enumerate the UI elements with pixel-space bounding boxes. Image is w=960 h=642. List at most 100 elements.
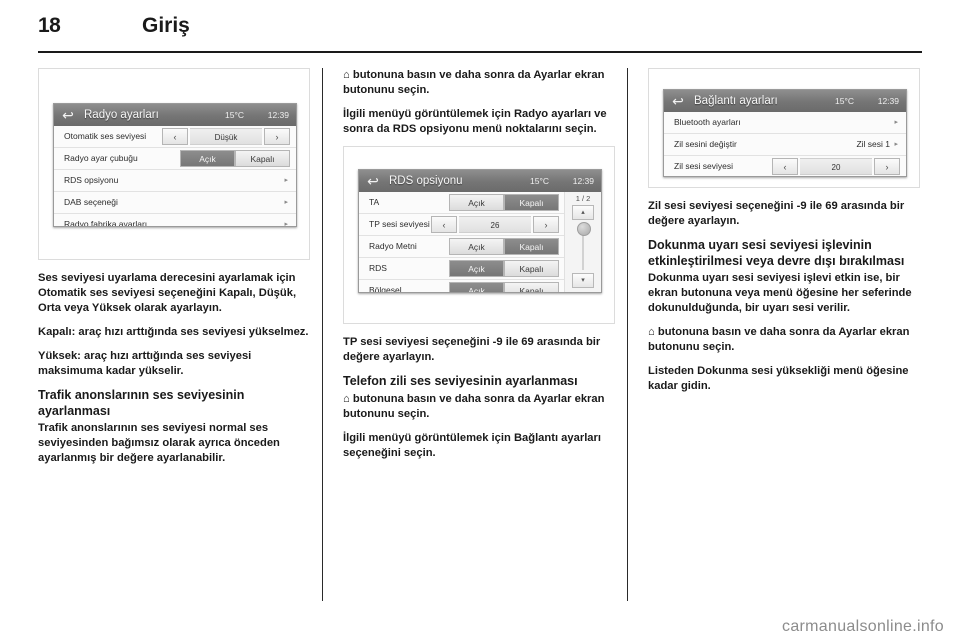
segment-off-button[interactable]: Kapalı [504,194,559,211]
settings-list: Bluetooth ayarları ▸ Zil sesini değiştir… [664,112,906,176]
section-heading: Trafik anonslarının ses seviyesinin ayar… [38,388,245,418]
manual-page: 18 Giriş ↩ Radyo ayarları 15°C 12:39 Oto… [0,0,960,642]
chevron-right-icon: ▸ [284,177,288,184]
row-otomatik-ses-seviyesi[interactable]: Otomatik ses seviyesi ‹ Düşük › [54,126,296,148]
page-header: 18 Giriş [38,14,922,48]
stepper-ringtone-volume[interactable]: ‹ 20 › [772,158,900,175]
screen-titlebar: ↩ RDS opsiyonu 15°C 12:39 [359,170,601,193]
right-column-text: Zil sesi seviyesi seçeneğini -9 ile 69 a… [648,199,920,394]
paragraph: Yüksek: araç hızı arttığında ses seviyes… [38,350,252,377]
stepper-tp-volume[interactable]: ‹ 26 › [431,216,559,233]
segment-off-button[interactable]: Kapalı [504,282,559,292]
segmented-radio-tuner-bar[interactable]: Açık Kapalı [180,150,290,167]
stepper-prev-button[interactable]: ‹ [162,128,188,145]
row-radyo-ayar-cubugu[interactable]: Radyo ayar çubuğu Açık Kapalı [54,148,296,170]
clock-readout: 12:39 [267,110,289,120]
segment-on-button[interactable]: Açık [449,282,504,292]
figure-radio-settings: ↩ Radyo ayarları 15°C 12:39 Otomatik ses… [38,68,310,260]
stepper-prev-button[interactable]: ‹ [431,216,457,233]
row-rds[interactable]: RDS Açık Kapalı [359,258,565,280]
paragraph: Listeden Dokunma sesi yüksekliği menü öğ… [648,365,909,392]
row-tp-sesi-seviyesi[interactable]: TP sesi seviyesi ‹ 26 › [359,214,565,236]
stepper-next-button[interactable]: › [264,128,290,145]
segment-on-button[interactable]: Açık [449,238,504,255]
row-label: TP sesi seviyesi [369,219,430,229]
paragraph: Kapalı: araç hızı arttığında ses seviyes… [38,326,309,338]
segmented-ta[interactable]: Açık Kapalı [449,194,559,211]
section-heading: Telefon zili ses seviyesinin ayarlanması [343,374,578,388]
row-label: Zil sesi seviyesi [674,161,734,171]
segment-off-button[interactable]: Kapalı [235,150,290,167]
temperature-readout: 15°C [835,96,854,106]
paragraph: Dokunma uyarı sesi seviyesi işlevi etkin… [648,272,912,314]
row-zil-sesi-seviyesi[interactable]: Zil sesi seviyesi ‹ 20 › [664,156,906,176]
row-radyo-fabrika-ayarlari[interactable]: Radyo fabrika ayarları ▸ [54,214,296,227]
scrollbar-thumb[interactable] [577,222,591,236]
stepper-next-button[interactable]: › [533,216,559,233]
column-middle: ⌂ butonuna basın ve daha sonra da Ayarla… [343,68,615,470]
back-arrow-icon[interactable]: ↩ [365,173,381,189]
segmented-rds[interactable]: Açık Kapalı [449,260,559,277]
clock-readout: 12:39 [877,96,899,106]
screen-titlebar: ↩ Bağlantı ayarları 15°C 12:39 [664,90,906,113]
row-label: RDS opsiyonu [64,175,119,185]
page-number: 18 [38,14,61,37]
row-radyo-metni[interactable]: Radyo Metni Açık Kapalı [359,236,565,258]
segment-on-button[interactable]: Açık [180,150,235,167]
stepper-prev-button[interactable]: ‹ [772,158,798,175]
stepper-value: 26 [459,216,531,233]
paragraph: Trafik anonslarının ses seviyesi normal … [38,422,280,464]
page-indicator: 1 / 2 [575,194,591,203]
screen-radio-settings: ↩ Radyo ayarları 15°C 12:39 Otomatik ses… [53,103,297,227]
row-label: Bluetooth ayarları [674,117,741,127]
row-label: Bölgesel [369,285,402,293]
segment-on-button[interactable]: Açık [449,260,504,277]
segment-off-button[interactable]: Kapalı [504,238,559,255]
row-rds-opsiyonu[interactable]: RDS opsiyonu ▸ [54,170,296,192]
paragraph: ⌂ butonuna basın ve daha sonra da Ayarla… [343,392,605,420]
temperature-readout: 15°C [530,176,549,186]
stepper-next-button[interactable]: › [874,158,900,175]
row-value: Zil sesi 1 [856,139,890,149]
back-arrow-icon[interactable]: ↩ [60,107,76,123]
column-right: ↩ Bağlantı ayarları 15°C 12:39 Bluetooth… [648,68,920,403]
left-column-text: Ses seviyesi uyarlama derecesini ayarlam… [38,271,310,466]
scroll-down-icon[interactable]: ▾ [572,273,594,288]
screen-title: Radyo ayarları [84,109,159,121]
row-zil-sesini-degistir[interactable]: Zil sesini değiştir Zil sesi 1 ▸ [664,134,906,156]
chevron-right-icon: ▸ [894,141,898,148]
segmented-radio-text[interactable]: Açık Kapalı [449,238,559,255]
footer-watermark: carmanualsonline.info [782,618,944,635]
stepper-auto-volume[interactable]: ‹ Düşük › [162,128,290,145]
screen-rds-options: ↩ RDS opsiyonu 15°C 12:39 TA Açık Kapalı [358,169,602,293]
chevron-right-icon: ▸ [284,221,288,227]
scrollbar[interactable]: 1 / 2 ▴ ▾ [564,192,601,292]
row-bolgesel[interactable]: Bölgesel Açık Kapalı [359,280,565,293]
chevron-right-icon: ▸ [284,199,288,206]
stepper-value: Düşük [190,128,262,145]
column-left: ↩ Radyo ayarları 15°C 12:39 Otomatik ses… [38,68,310,475]
screen-title: RDS opsiyonu [389,175,463,187]
row-label: Zil sesini değiştir [674,139,737,149]
back-arrow-icon[interactable]: ↩ [670,93,686,109]
row-bluetooth-ayarlari[interactable]: Bluetooth ayarları ▸ [664,112,906,134]
row-label: Radyo Metni [369,241,417,251]
figure-rds-options: ↩ RDS opsiyonu 15°C 12:39 TA Açık Kapalı [343,146,615,324]
row-label: TA [369,197,380,207]
section-heading: Dokunma uyarı sesi seviyesi işlevinin et… [648,238,905,268]
paragraph: Ses seviyesi uyarlama derecesini ayarlam… [38,272,297,314]
screen-title: Bağlantı ayarları [694,95,778,107]
header-divider [38,51,922,53]
row-label: Otomatik ses seviyesi [64,131,147,141]
row-label: Radyo fabrika ayarları [64,219,148,227]
paragraph: İlgili menüyü görüntülemek için Bağlantı… [343,431,601,459]
screen-titlebar: ↩ Radyo ayarları 15°C 12:39 [54,104,296,127]
column-divider-2 [627,68,628,601]
row-dab-secenegi[interactable]: DAB seçeneği ▸ [54,192,296,214]
segment-off-button[interactable]: Kapalı [504,260,559,277]
segment-on-button[interactable]: Açık [449,194,504,211]
scroll-up-icon[interactable]: ▴ [572,205,594,220]
row-ta[interactable]: TA Açık Kapalı [359,192,565,214]
page-title: Giriş [142,14,190,37]
segmented-regional[interactable]: Açık Kapalı [449,282,559,292]
